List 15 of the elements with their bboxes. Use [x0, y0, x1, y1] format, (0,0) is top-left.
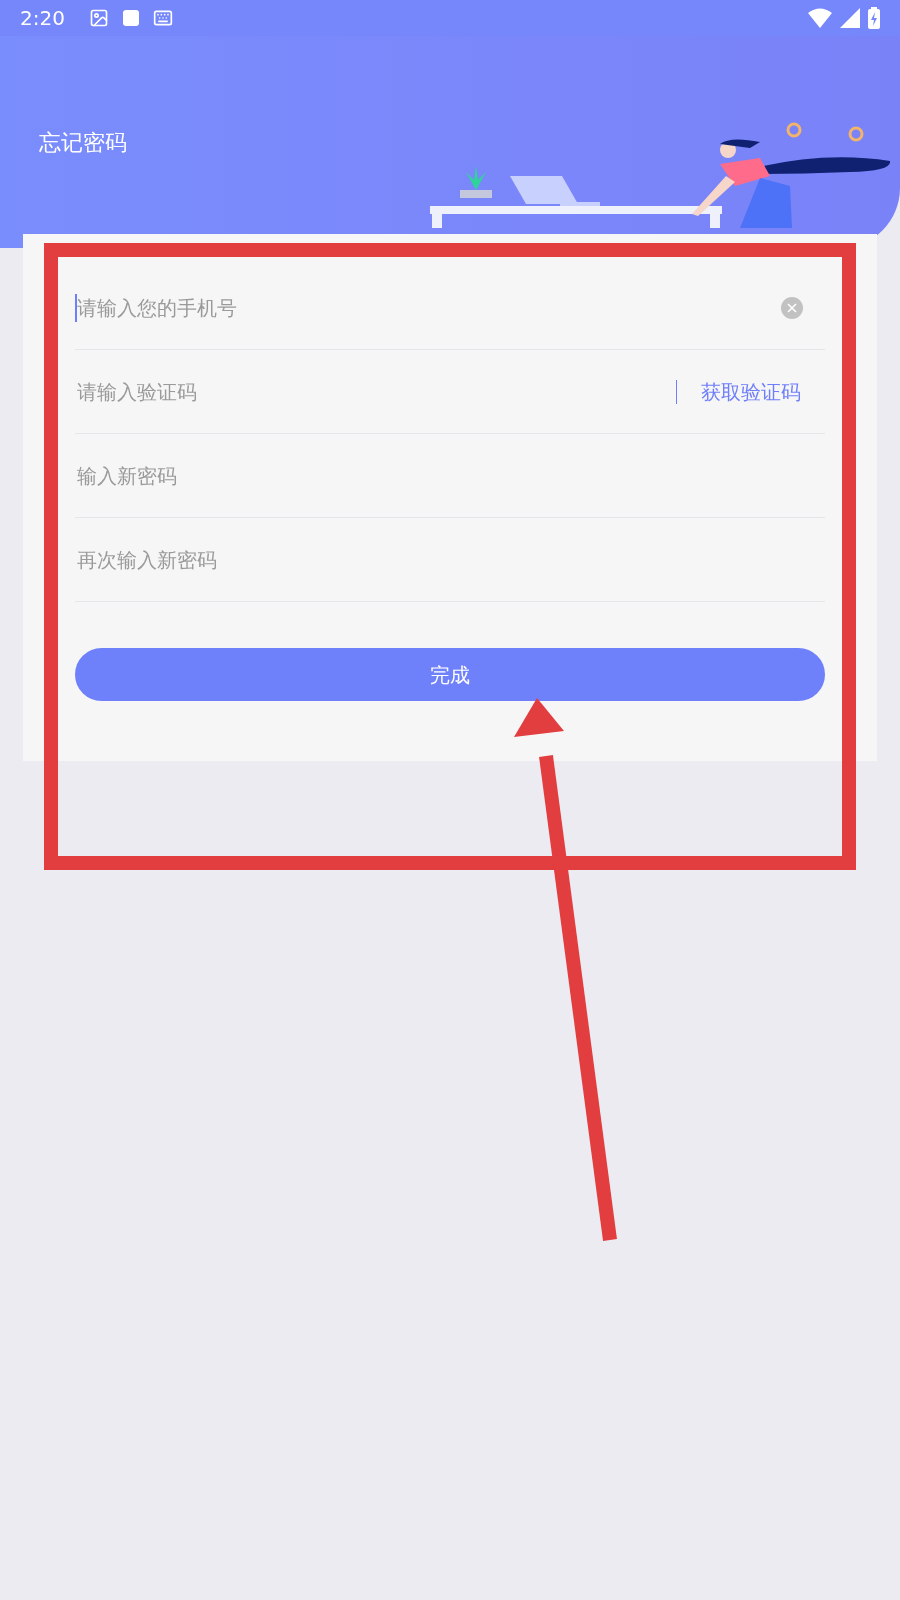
input-field[interactable]: 输入新密码 [75, 461, 825, 490]
clear-button[interactable] [781, 296, 803, 319]
close-icon [786, 301, 798, 314]
status-time: 2:20 [20, 5, 65, 32]
input-field[interactable]: 再次输入新密码 [75, 545, 825, 574]
page-title: 忘记密码 [39, 129, 127, 157]
keyboard-icon [152, 8, 173, 28]
input-field[interactable]: 请输入您的手机号 [75, 293, 781, 322]
wifi-icon [808, 8, 832, 28]
image-icon [88, 8, 109, 28]
signal-icon [840, 8, 860, 28]
battery-icon [868, 7, 880, 29]
submit-button[interactable]: 完成 [75, 648, 825, 701]
get-code-button[interactable]: 获取验证码 [701, 376, 801, 407]
input-field[interactable]: 请输入验证码 [75, 377, 676, 406]
